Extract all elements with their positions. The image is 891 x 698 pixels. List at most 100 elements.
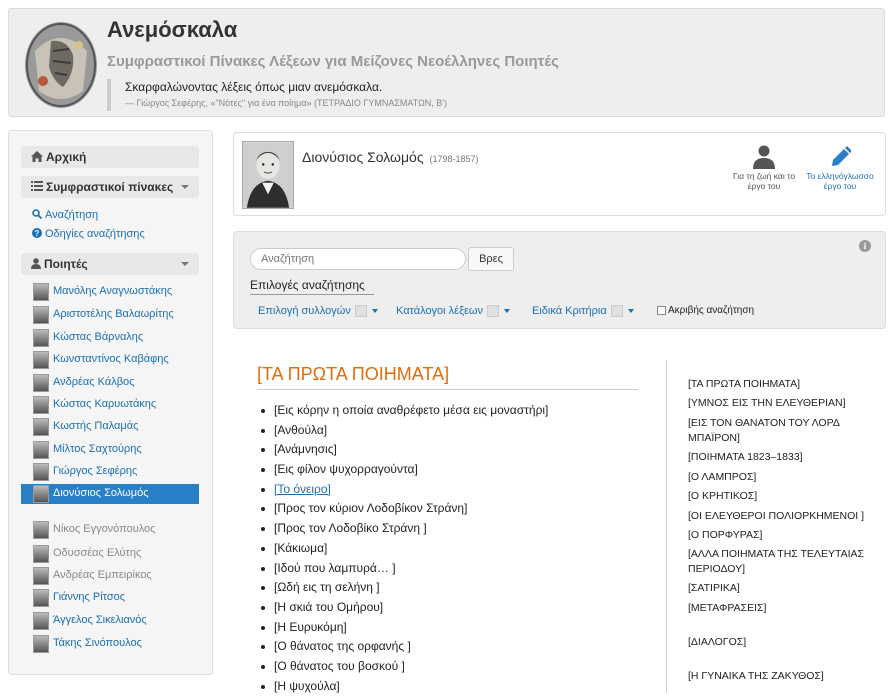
poet-life-button[interactable]: Για τη ζωή και το έργο του bbox=[724, 145, 804, 191]
poem-item[interactable]: [Κάκιωμα] bbox=[260, 541, 548, 561]
site-title: Ανεμόσκαλα bbox=[107, 17, 238, 42]
criteria-dropdown-label: Ειδικά Κριτήρια bbox=[532, 305, 607, 317]
poem-list: [Εις κόρην η οποία αναθρέφετο μέσα εις μ… bbox=[260, 403, 548, 698]
poem-item[interactable]: [Ιδού που λαμπυρά… ] bbox=[260, 561, 548, 581]
sidebar-poet[interactable]: Κωστής Παλαμάς bbox=[21, 417, 199, 437]
criteria-dropdown[interactable]: Ειδικά Κριτήρια bbox=[532, 305, 634, 318]
logo-mosaic-icon[interactable] bbox=[23, 21, 99, 109]
poet-thumbnail bbox=[33, 418, 49, 436]
collection-link[interactable]: [Ο ΠΟΡΦΥΡΑΣ] bbox=[688, 528, 878, 543]
sidebar-item-help[interactable]: ? Οδηγίες αναζήτησης bbox=[32, 228, 145, 240]
checkbox[interactable] bbox=[487, 305, 500, 318]
poet-thumbnail bbox=[33, 283, 49, 301]
poem-item[interactable]: [Η σκιά του Ομήρου] bbox=[260, 600, 548, 620]
sidebar-poet[interactable]: Γιώργος Σεφέρης bbox=[21, 462, 199, 482]
sidebar-poet[interactable]: Κωνσταντίνος Καβάφης bbox=[21, 350, 199, 370]
exact-search-checkbox[interactable] bbox=[657, 305, 666, 315]
poem-item[interactable]: [Ο θάνατος της ορφανής ] bbox=[260, 639, 548, 659]
poem-item[interactable]: [Ωδή εις τη σελήνη ] bbox=[260, 580, 548, 600]
poem-item[interactable]: [Εις φίλον ψυχορραγούντα] bbox=[260, 462, 548, 482]
poet-name: Κώστας Βάρναλης bbox=[53, 331, 144, 343]
collection-link[interactable]: [Η ΓΥΝΑΙΚΑ ΤΗΣ ΖΑΚΥΘΟΣ] bbox=[688, 669, 878, 684]
poem-item[interactable]: [Προς τον Λοδοβίκο Στράνη ] bbox=[260, 521, 548, 541]
search-options-title: Επιλογές αναζήτησης bbox=[250, 278, 365, 292]
sidebar-poet[interactable]: Ανδρέας Κάλβος bbox=[21, 373, 199, 393]
poet-thumbnail bbox=[33, 306, 49, 324]
poet-name: Ανδρέας Εμπειρίκος bbox=[53, 569, 152, 581]
sidebar-item-home[interactable]: Αρχική bbox=[21, 146, 199, 168]
poem-item[interactable]: [Εις κόρην η οποία αναθρέφετο μέσα εις μ… bbox=[260, 403, 548, 423]
list-icon bbox=[31, 181, 43, 191]
poem-item[interactable]: [Ο θάνατος του βοσκού ] bbox=[260, 659, 548, 679]
sidebar-poet[interactable]: Κώστας Βάρναλης bbox=[21, 328, 199, 348]
search-button[interactable]: Βρες bbox=[468, 247, 514, 271]
sidebar-item-search[interactable]: Αναζήτηση bbox=[32, 209, 98, 221]
poet-name: Νίκος Εγγονόπουλος bbox=[53, 523, 156, 535]
svg-text:?: ? bbox=[35, 229, 40, 238]
sidebar-poet[interactable]: Κώστας Καρυωτάκης bbox=[21, 395, 199, 415]
sidebar-poet-inactive[interactable]: Νίκος Εγγονόπουλος bbox=[21, 520, 199, 540]
poem-item[interactable]: [Ανάμνησις] bbox=[260, 442, 548, 462]
checkbox[interactable] bbox=[610, 305, 623, 318]
collection-link[interactable]: [ΕΙΣ ΤΟΝ ΘΑΝΑΤΟΝ ΤΟΥ ΛΟΡΔ ΜΠΑΪΡΟΝ] bbox=[688, 416, 878, 446]
exact-search-label: Ακριβής αναζήτηση bbox=[668, 305, 755, 316]
sidebar-poet[interactable]: Αριστοτέλης Βαλαωρίτης bbox=[21, 305, 199, 325]
search-icon bbox=[32, 209, 43, 220]
poet-name: Άγγελος Σικελιανός bbox=[53, 614, 147, 626]
poem-item[interactable]: [Η Ευρυκόμη] bbox=[260, 620, 548, 640]
caret-down-icon bbox=[627, 309, 634, 314]
poet-name: Κωστής Παλαμάς bbox=[53, 420, 139, 432]
sidebar-item-poets[interactable]: Ποιητές bbox=[21, 253, 199, 275]
collections-dropdown[interactable]: Επιλογή συλλογών bbox=[258, 305, 378, 318]
poet-thumbnail bbox=[33, 589, 49, 607]
search-input[interactable] bbox=[250, 248, 466, 270]
wordlists-dropdown[interactable]: Κατάλογοι λέξεων bbox=[396, 305, 511, 318]
poem-item[interactable]: [Ανθούλα] bbox=[260, 423, 548, 443]
sidebar-poet[interactable]: Τάκης Σινόπουλος bbox=[21, 634, 199, 654]
collection-link[interactable]: [ΟΙ ΕΛΕΥΘΕΡΟΙ ΠΟΛΙΟΡΚΗΜΕΝΟΙ ] bbox=[688, 509, 878, 524]
poet-name: Αριστοτέλης Βαλαωρίτης bbox=[53, 308, 174, 320]
poet-name: Γιάννης Ρίτσος bbox=[53, 591, 126, 603]
sidebar-poet[interactable]: Μίλτος Σαχτούρης bbox=[21, 440, 199, 460]
tables-label: Συμφραστικοί πίνακες bbox=[46, 180, 174, 194]
poet-work-button[interactable]: Το ελληνόγλωσσο έργο του bbox=[800, 145, 880, 191]
collection-link[interactable]: [ΤΑ ΠΡΩΤΑ ΠΟΙΗΜΑΤΑ] bbox=[688, 377, 878, 392]
collection-link[interactable]: [ΔΙΑΛΟΓΟΣ] bbox=[688, 635, 878, 650]
search-panel: Βρες Επιλογές αναζήτησης Επιλογή συλλογώ… bbox=[233, 231, 886, 329]
collection-link[interactable]: [Ο ΚΡΗΤΙΚΟΣ] bbox=[688, 489, 878, 504]
poem-item[interactable]: [Προς τον κύριον Λοδοβίκον Στράνη] bbox=[260, 501, 548, 521]
collection-link[interactable]: [ΜΕΤΑΦΡΑΣΕΙΣ] bbox=[688, 601, 878, 616]
poet-name: Οδυσσέας Ελύτης bbox=[53, 547, 142, 559]
poet-thumbnail bbox=[33, 612, 49, 630]
poem-item-link[interactable]: [Το όνειρο] bbox=[260, 482, 548, 502]
quote-source: — Γιώργος Σεφέρης, «"Νότες" για ένα ποίη… bbox=[125, 98, 448, 108]
exact-search-option[interactable]: Ακριβής αναζήτηση bbox=[657, 305, 754, 316]
site-header: Ανεμόσκαλα Συμφραστικοί Πίνακες Λέξεων γ… bbox=[8, 8, 885, 117]
sidebar-poet-inactive[interactable]: Οδυσσέας Ελύτης bbox=[21, 544, 199, 564]
collection-link[interactable]: [ΠΟΙΗΜΑΤΑ 1823–1833] bbox=[688, 450, 878, 465]
sidebar-poet[interactable]: Γιάννης Ρίτσος bbox=[21, 588, 199, 608]
poet-thumbnail bbox=[33, 463, 49, 481]
collection-link[interactable]: [ΣΑΤΙΡΙΚΑ] bbox=[688, 581, 878, 596]
poet-name: Τάκης Σινόπουλος bbox=[53, 637, 142, 649]
poet-thumbnail bbox=[33, 521, 49, 539]
sidebar-poet[interactable]: Άγγελος Σικελιανός bbox=[21, 611, 199, 631]
collection-link[interactable]: [ΥΜΝΟΣ ΕΙΣ ΤΗΝ ΕΛΕΥΘΕΡΙΑΝ] bbox=[688, 396, 878, 411]
poet-name: Μίλτος Σαχτούρης bbox=[53, 443, 142, 455]
poet-name: Γιώργος Σεφέρης bbox=[53, 465, 138, 477]
info-icon[interactable]: i bbox=[859, 240, 871, 252]
sidebar-item-tables[interactable]: Συμφραστικοί πίνακες bbox=[21, 176, 199, 198]
poem-item[interactable]: [Η ψυχούλα] bbox=[260, 679, 548, 698]
collection-link[interactable]: [ΑΛΛΑ ΠΟΙΗΜΑΤΑ ΤΗΣ ΤΕΛΕΥΤΑΙΑΣ ΠΕΡΙΟΔΟΥ] bbox=[688, 547, 878, 577]
checkbox[interactable] bbox=[354, 305, 367, 318]
sidebar-poet[interactable]: Μανόλης Αναγνωστάκης bbox=[21, 282, 199, 302]
poets-label: Ποιητές bbox=[44, 257, 88, 271]
sidebar-poet-inactive[interactable]: Ανδρέας Εμπειρίκος bbox=[21, 566, 199, 586]
poet-name: Κωνσταντίνος Καβάφης bbox=[53, 353, 169, 365]
collection-link[interactable]: [Ο ΛΑΜΠΡΟΣ] bbox=[688, 470, 878, 485]
poet-thumbnail bbox=[33, 329, 49, 347]
poet-thumbnail bbox=[33, 635, 49, 653]
poet-name: Διονύσιος Σολωμός bbox=[53, 487, 149, 499]
poet-thumbnail bbox=[33, 351, 49, 369]
sidebar-poet-active[interactable]: Διονύσιος Σολωμός bbox=[21, 484, 199, 504]
